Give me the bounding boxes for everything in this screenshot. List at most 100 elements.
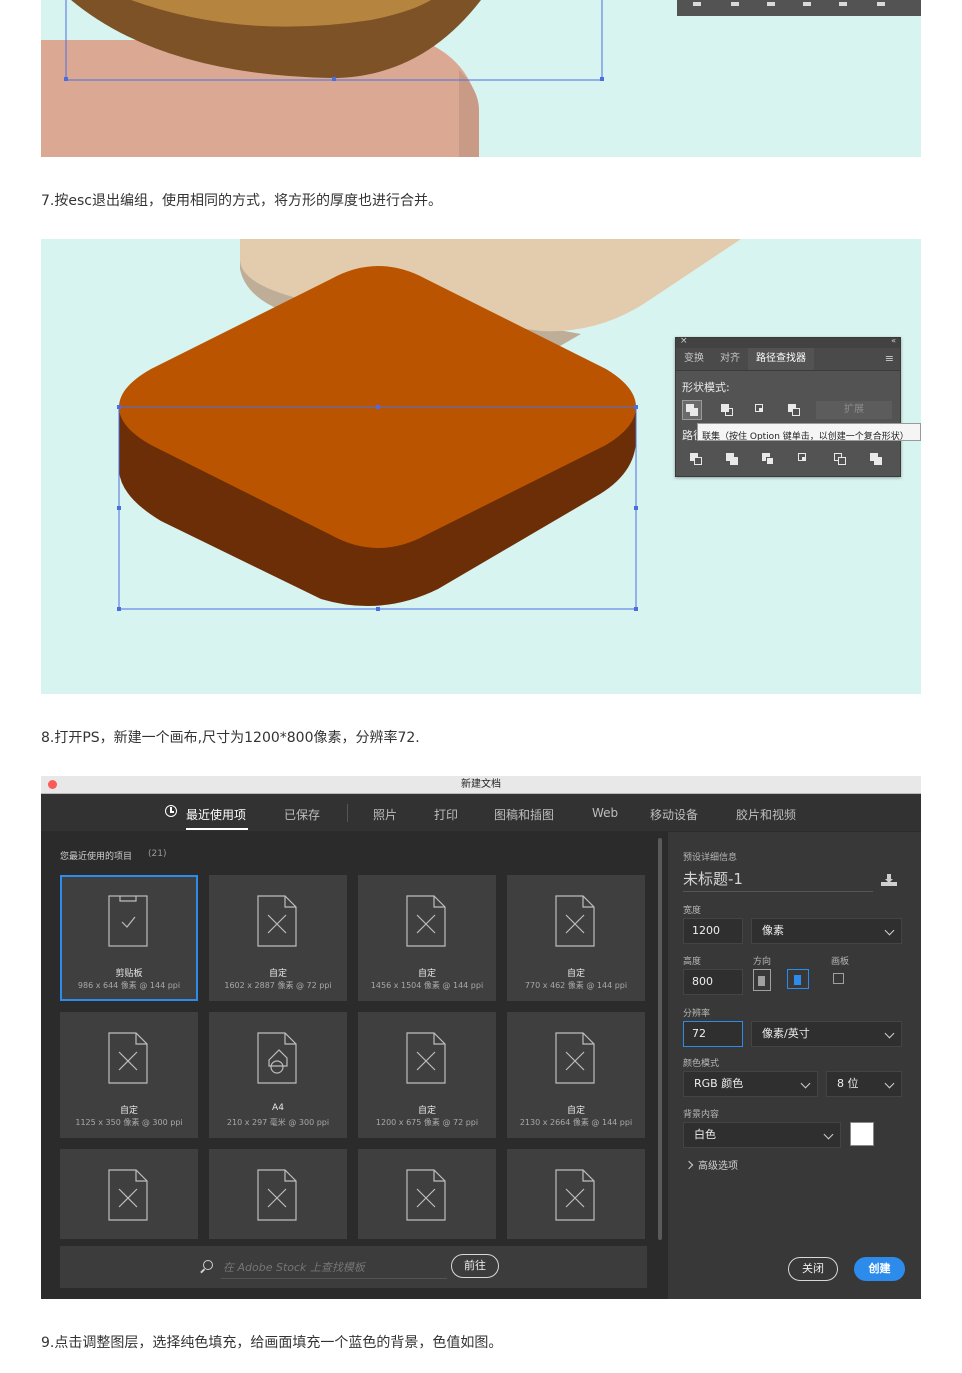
tab-divider <box>347 804 348 822</box>
tab-photo[interactable]: 照片 <box>373 806 397 823</box>
create-button[interactable]: 创建 <box>854 1257 905 1281</box>
resolution-unit-value: 像素/英寸 <box>762 1027 810 1040</box>
intersect-icon[interactable] <box>755 404 767 416</box>
tile-dimensions: 1602 x 2887 像素 @ 72 ppi <box>224 981 332 990</box>
advanced-options-toggle[interactable]: 高级选项 <box>698 1157 738 1172</box>
tab-saved[interactable]: 已保存 <box>284 806 320 823</box>
color-mode-select[interactable]: RGB 颜色 <box>683 1071 818 1097</box>
tab-art-illustration[interactable]: 图稿和插图 <box>494 806 554 823</box>
unite-tooltip: 联集（按住 Option 键单击，以创建一个复合形状） <box>697 423 921 441</box>
close-button[interactable]: 关闭 <box>788 1257 838 1281</box>
go-button[interactable]: 前往 <box>451 1254 499 1278</box>
save-preset-icon[interactable] <box>881 874 897 886</box>
tab-recent-underline <box>186 828 248 830</box>
tab-pathfinder[interactable]: 路径查找器 <box>748 348 814 370</box>
caption-step7: 7.按esc退出编组，使用相同的方式，将方形的厚度也进行合并。 <box>41 193 442 209</box>
artboard-checkbox[interactable] <box>833 973 844 984</box>
recent-tile[interactable]: A4 210 x 297 毫米 @ 300 ppi <box>209 1012 347 1138</box>
tab-film-video[interactable]: 胶片和视频 <box>736 806 796 823</box>
recent-scrollbar[interactable] <box>658 838 662 1240</box>
caption-step8: 8.打开PS，新建一个画布,尺寸为1200*800像素，分辨率72. <box>41 730 420 746</box>
recent-tile[interactable] <box>209 1149 347 1239</box>
tile-name: 自定 <box>417 969 436 979</box>
selection-handle <box>634 506 638 510</box>
landscape-orientation-button[interactable] <box>787 969 809 989</box>
recent-tile[interactable] <box>60 1149 198 1239</box>
tab-align[interactable]: 对齐 <box>712 348 748 370</box>
recent-tile[interactable]: 自定 1200 x 675 像素 @ 72 ppi <box>358 1012 496 1138</box>
recent-tile[interactable]: 剪贴板 986 x 644 像素 @ 144 ppi <box>60 875 198 1001</box>
custom-document-icon <box>555 1169 595 1221</box>
window-close-button[interactable] <box>48 780 57 789</box>
art-document-icon <box>257 1032 297 1084</box>
custom-document-icon <box>555 1032 595 1084</box>
tab-recent[interactable]: 最近使用项 <box>186 806 246 823</box>
dialog-titlebar: 新建文档 <box>41 776 921 794</box>
selection-handle <box>117 607 121 611</box>
recent-tile[interactable] <box>507 1149 645 1239</box>
crop-icon[interactable] <box>798 453 810 465</box>
shape-modes-label: 形状模式: <box>682 381 730 394</box>
divide-icon[interactable] <box>690 453 702 465</box>
outline-icon[interactable] <box>834 453 846 465</box>
bit-depth-select[interactable]: 8 位 <box>826 1071 902 1097</box>
width-unit-select[interactable]: 像素 <box>751 918 902 944</box>
stock-search-input[interactable] <box>221 1256 447 1279</box>
expand-button[interactable]: 扩展 <box>816 401 892 419</box>
tile-dimensions: 2130 x 2664 像素 @ 144 ppi <box>519 1118 633 1127</box>
background-value: 白色 <box>694 1128 716 1141</box>
portrait-person-icon <box>758 976 765 986</box>
merge-icon[interactable] <box>762 453 774 465</box>
pathfinder-button-fragment <box>767 2 775 6</box>
custom-document-icon <box>257 1169 297 1221</box>
minus-back-icon[interactable] <box>870 453 882 465</box>
chevron-down-icon <box>884 1028 895 1039</box>
tab-web[interactable]: Web <box>592 806 618 820</box>
recent-tile[interactable]: 自定 1602 x 2887 像素 @ 72 ppi <box>209 875 347 1001</box>
panel-header-strip: × « <box>676 336 900 348</box>
pathfinder-button-fragment <box>877 2 885 6</box>
landscape-person-icon <box>794 975 801 985</box>
unite-button[interactable] <box>682 400 702 420</box>
pathfinder-panel: × « 变换 对齐 路径查找器 ≡ 形状模式: 扩展 路径查找器: <box>675 336 901 477</box>
recent-tile[interactable]: 自定 770 x 462 像素 @ 144 ppi <box>507 875 645 1001</box>
resolution-input[interactable]: 72 <box>683 1021 743 1047</box>
pathfinder-button-fragment <box>803 2 811 6</box>
tab-mobile[interactable]: 移动设备 <box>650 806 698 823</box>
recent-tile[interactable] <box>358 1149 496 1239</box>
tile-name: 剪贴板 <box>115 969 143 979</box>
recent-tile[interactable]: 自定 2130 x 2664 像素 @ 144 ppi <box>507 1012 645 1138</box>
close-icon[interactable]: × <box>680 336 688 346</box>
background-select[interactable]: 白色 <box>683 1122 841 1148</box>
recent-tile[interactable]: 自定 1456 x 1504 像素 @ 144 ppi <box>358 875 496 1001</box>
minus-front-icon[interactable] <box>721 404 733 416</box>
panel-menu-icon[interactable]: ≡ <box>885 348 900 370</box>
recent-items-pane: 您最近使用的项目 (21) 剪贴板 986 x 644 像素 @ 144 ppi… <box>41 832 664 1299</box>
panel-tabs: 变换 对齐 路径查找器 ≡ <box>676 348 900 371</box>
document-name-field[interactable]: 未标题-1 <box>683 868 873 892</box>
tab-transform[interactable]: 变换 <box>676 348 712 370</box>
width-input[interactable]: 1200 <box>683 918 743 944</box>
tab-print[interactable]: 打印 <box>434 806 458 823</box>
trim-icon[interactable] <box>726 453 738 465</box>
artboard-step7: × « 变换 对齐 路径查找器 ≡ 形状模式: 扩展 路径查找器: 联集（按住 … <box>41 239 921 694</box>
background-color-swatch[interactable] <box>850 1122 874 1146</box>
tile-name: A4 <box>272 1103 284 1113</box>
portrait-orientation-button[interactable] <box>753 969 771 991</box>
selection-handle <box>117 405 121 409</box>
height-input[interactable]: 800 <box>683 969 743 995</box>
resolution-label: 分辨率 <box>683 1009 711 1019</box>
collapse-icon[interactable]: « <box>891 336 896 345</box>
chevron-down-icon <box>823 1129 834 1140</box>
color-mode-label: 颜色模式 <box>683 1059 720 1069</box>
resolution-unit-select[interactable]: 像素/英寸 <box>751 1021 902 1047</box>
custom-document-icon <box>406 895 446 947</box>
clipboard-icon <box>108 895 148 947</box>
custom-document-icon <box>108 1169 148 1221</box>
exclude-icon[interactable] <box>788 404 800 416</box>
selection-handle <box>376 405 380 409</box>
recent-tile[interactable]: 自定 1125 x 350 像素 @ 300 ppi <box>60 1012 198 1138</box>
selection-handle <box>600 77 604 81</box>
chevron-right-icon[interactable] <box>684 1160 694 1170</box>
selection-handle <box>64 77 68 81</box>
